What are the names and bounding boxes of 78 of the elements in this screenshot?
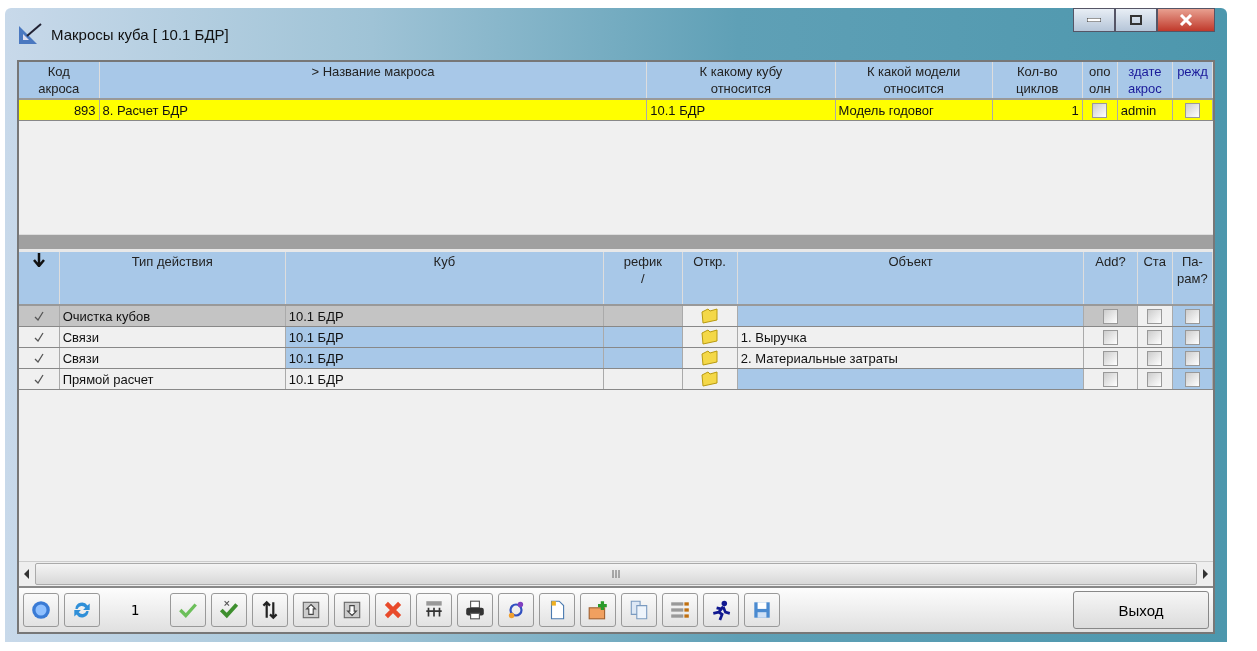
column-header[interactable]: Откр. xyxy=(682,252,738,305)
checkbox[interactable] xyxy=(1184,103,1200,119)
column-header[interactable]: Ста xyxy=(1137,252,1173,305)
checkbox[interactable] xyxy=(1092,103,1108,119)
delete-icon xyxy=(382,599,404,621)
checkbox[interactable] xyxy=(1147,330,1163,346)
right-arrow-icon xyxy=(1201,569,1209,579)
column-header[interactable]: опо олн xyxy=(1082,62,1118,99)
checkbox[interactable] xyxy=(1102,309,1118,325)
checkbox[interactable] xyxy=(1102,351,1118,367)
column-header[interactable]: > Название макроса xyxy=(99,62,647,99)
checkbox[interactable] xyxy=(1147,351,1163,367)
window-title: Макросы куба [ 10.1 БДР] xyxy=(51,25,229,43)
column-header[interactable]: Па- рам? xyxy=(1172,252,1213,305)
column-header[interactable]: здате акрос xyxy=(1117,62,1173,99)
toolbar-button[interactable] xyxy=(457,593,493,627)
column-header[interactable]: Тип действия xyxy=(59,252,286,305)
column-header[interactable]: К какой модели относится xyxy=(835,62,993,99)
ruler-triangle-icon xyxy=(17,22,43,46)
check-icon xyxy=(218,599,240,621)
running-man-icon xyxy=(710,599,732,621)
down-arrow-icon xyxy=(32,253,45,267)
table-cell: 10.1 БДР xyxy=(285,347,604,369)
minimize-icon xyxy=(1087,18,1101,22)
column-header[interactable]: Куб xyxy=(285,252,604,305)
checkbox[interactable] xyxy=(1184,351,1200,367)
table-cell: 10.1 БДР xyxy=(285,326,604,348)
folder-icon[interactable] xyxy=(700,350,719,366)
add-table-icon xyxy=(587,599,609,621)
maximize-button[interactable] xyxy=(1115,8,1157,32)
table-cell: 2. Материальные затраты xyxy=(737,347,1084,369)
column-header[interactable]: режд xyxy=(1172,62,1213,99)
checkbox[interactable] xyxy=(1184,330,1200,346)
toolbar-button[interactable] xyxy=(416,593,452,627)
move-down-icon xyxy=(341,599,363,621)
table-cell: Связи xyxy=(59,326,286,348)
table-cell: 1. Выручка xyxy=(737,326,1084,348)
grip-icon xyxy=(612,570,620,578)
column-header[interactable]: К какому кубу относится xyxy=(646,62,835,99)
column-header[interactable]: рефик / xyxy=(603,252,682,305)
table-cell: 10.1 БДР xyxy=(285,305,604,327)
toolbar-button[interactable] xyxy=(498,593,534,627)
help-icon xyxy=(30,599,52,621)
column-header[interactable]: Объект xyxy=(737,252,1084,305)
column-header[interactable]: Код акроса xyxy=(19,62,100,99)
left-arrow-icon xyxy=(23,569,31,579)
copy-icon xyxy=(628,599,650,621)
folder-icon[interactable] xyxy=(700,329,719,345)
checkbox[interactable] xyxy=(1102,372,1118,388)
checkbox[interactable] xyxy=(1184,309,1200,325)
table-cell: Очистка кубов xyxy=(59,305,286,327)
checkbox[interactable] xyxy=(1102,330,1118,346)
folder-icon[interactable] xyxy=(700,308,719,324)
table-cell: 10.1 БДР xyxy=(285,368,604,390)
minimize-button[interactable] xyxy=(1073,8,1115,32)
table-cell: 893 xyxy=(19,99,100,121)
column-header[interactable]: Кол-во циклов xyxy=(992,62,1083,99)
checkbox[interactable] xyxy=(1147,309,1163,325)
printer-icon xyxy=(464,599,486,621)
column-header[interactable] xyxy=(19,252,60,305)
toolbar-button[interactable] xyxy=(703,593,739,627)
checkbox[interactable] xyxy=(1184,372,1200,388)
close-icon xyxy=(1179,14,1193,26)
column-header[interactable]: Add? xyxy=(1083,252,1138,305)
checkbox[interactable] xyxy=(1147,372,1163,388)
close-button[interactable] xyxy=(1157,8,1215,32)
table-cell: 8. Расчет БДР xyxy=(99,99,647,121)
save-icon xyxy=(751,599,773,621)
table-cell: Прямой расчет xyxy=(59,368,286,390)
maximize-icon xyxy=(1130,15,1142,25)
exit-button[interactable]: Выход xyxy=(1073,591,1209,629)
list-icon xyxy=(669,599,691,621)
table-cell: Связи xyxy=(59,347,286,369)
move-up-icon xyxy=(300,599,322,621)
toolbar-button[interactable] xyxy=(252,593,288,627)
table-cell: 10.1 БДР xyxy=(646,99,835,121)
page-number: 1 xyxy=(129,602,141,618)
folder-icon[interactable] xyxy=(700,371,719,387)
